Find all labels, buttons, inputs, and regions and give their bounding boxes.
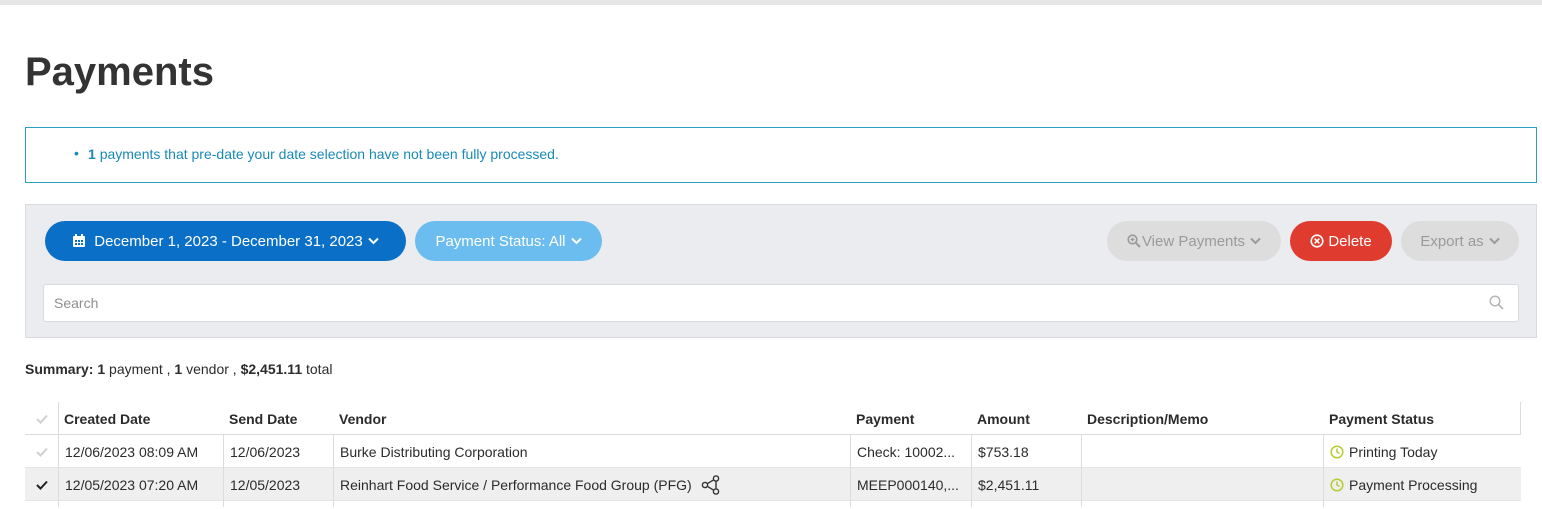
table-row[interactable]: 12/05/2023 07:20 AM 12/05/2023 Reinhart … (25, 468, 1521, 501)
column-divider (1323, 501, 1324, 507)
summary-vendor-word: vendor , (186, 361, 237, 377)
summary-line: Summary: 1 payment , 1 vendor , $2,451.1… (25, 361, 332, 377)
close-circle-icon (1310, 234, 1324, 248)
date-range-button[interactable]: December 1, 2023 - December 31, 2023 (45, 221, 406, 261)
column-divider (971, 501, 972, 507)
cell-created-date: 12/06/2023 08:09 AM (58, 435, 223, 468)
header-created-date[interactable]: Created Date (58, 402, 223, 435)
cell-send-date: 12/06/2023 (223, 435, 333, 468)
cell-payment[interactable]: Check: 10002... (850, 435, 971, 468)
summary-payment-count: 1 (97, 361, 106, 377)
header-description-memo[interactable]: Description/Memo (1081, 402, 1323, 435)
cell-payment-status: Payment Processing (1323, 468, 1521, 501)
summary-total-word: total (306, 361, 333, 377)
chevron-down-icon (570, 237, 582, 245)
table-row[interactable]: 12/06/2023 08:09 AM 12/06/2023 Burke Dis… (25, 435, 1521, 468)
search-input[interactable] (54, 285, 1474, 321)
view-payments-button[interactable]: View Payments (1107, 221, 1281, 261)
vendor-name: Reinhart Food Service / Performance Food… (340, 476, 692, 493)
chevron-down-icon (1488, 237, 1500, 245)
header-send-date[interactable]: Send Date (223, 402, 333, 435)
summary-payment-word: payment , (109, 361, 171, 377)
table-header: Created Date Send Date Vendor Payment Am… (25, 402, 1521, 435)
export-button[interactable]: Export as (1401, 221, 1519, 261)
network-share-icon[interactable] (701, 474, 723, 495)
column-divider (1520, 402, 1521, 435)
payments-table: Created Date Send Date Vendor Payment Am… (25, 402, 1521, 507)
date-range-label: December 1, 2023 - December 31, 2023 (94, 232, 363, 250)
cell-payment[interactable]: MEEP000140,... (850, 468, 971, 501)
delete-label: Delete (1328, 232, 1372, 250)
summary-total: $2,451.11 (240, 361, 303, 377)
column-divider (223, 501, 224, 507)
header-payment[interactable]: Payment (850, 402, 971, 435)
status-label: Printing Today (1349, 443, 1438, 460)
notice-list: 1 payments that pre-date your date selec… (74, 145, 559, 162)
clock-icon (1330, 444, 1344, 459)
filter-toolbar: December 1, 2023 - December 31, 2023 Pay… (25, 204, 1537, 338)
clock-icon (1330, 477, 1344, 492)
payment-status-label: Payment Status: All (435, 232, 566, 250)
page-title: Payments (25, 50, 214, 94)
zoom-icon (1127, 234, 1141, 248)
search-icon[interactable] (1489, 295, 1504, 315)
status-label: Payment Processing (1349, 476, 1478, 493)
delete-button[interactable]: Delete (1290, 221, 1392, 261)
table-row-partial (25, 501, 1521, 507)
cell-vendor: Reinhart Food Service / Performance Food… (333, 468, 850, 501)
summary-vendor-count: 1 (174, 361, 183, 377)
cell-vendor: Burke Distributing Corporation (333, 435, 850, 468)
header-payment-status[interactable]: Payment Status (1323, 402, 1521, 435)
header-amount[interactable]: Amount (971, 402, 1081, 435)
header-vendor[interactable]: Vendor (333, 402, 850, 435)
column-divider (58, 501, 59, 507)
notice-text: payments that pre-date your date selecti… (99, 146, 559, 162)
view-payments-label: View Payments (1141, 232, 1246, 250)
cell-send-date: 12/05/2023 (223, 468, 333, 501)
notice-box: 1 payments that pre-date your date selec… (25, 127, 1537, 183)
export-label: Export as (1420, 232, 1484, 250)
select-all-checkbox[interactable] (25, 402, 58, 435)
row-checkbox[interactable] (25, 435, 58, 468)
notice-item: 1 payments that pre-date your date selec… (74, 145, 559, 162)
row-checkbox[interactable] (25, 468, 58, 501)
cell-memo (1081, 468, 1323, 501)
notice-count: 1 (88, 146, 96, 162)
cell-created-date: 12/05/2023 07:20 AM (58, 468, 223, 501)
cell-payment-status: Printing Today (1323, 435, 1521, 468)
column-divider (333, 501, 334, 507)
search-box (43, 284, 1519, 322)
column-divider (1081, 501, 1082, 507)
payment-status-filter-button[interactable]: Payment Status: All (415, 221, 602, 261)
cell-amount: $2,451.11 (971, 468, 1081, 501)
summary-label: Summary: (25, 361, 94, 377)
vendor-name: Burke Distributing Corporation (340, 443, 528, 460)
cell-memo (1081, 435, 1323, 468)
cell-amount: $753.18 (971, 435, 1081, 468)
chevron-down-icon (368, 237, 379, 245)
top-bar (0, 0, 1542, 5)
chevron-down-icon (1250, 237, 1261, 245)
calendar-icon (72, 234, 86, 248)
column-divider (850, 501, 851, 507)
